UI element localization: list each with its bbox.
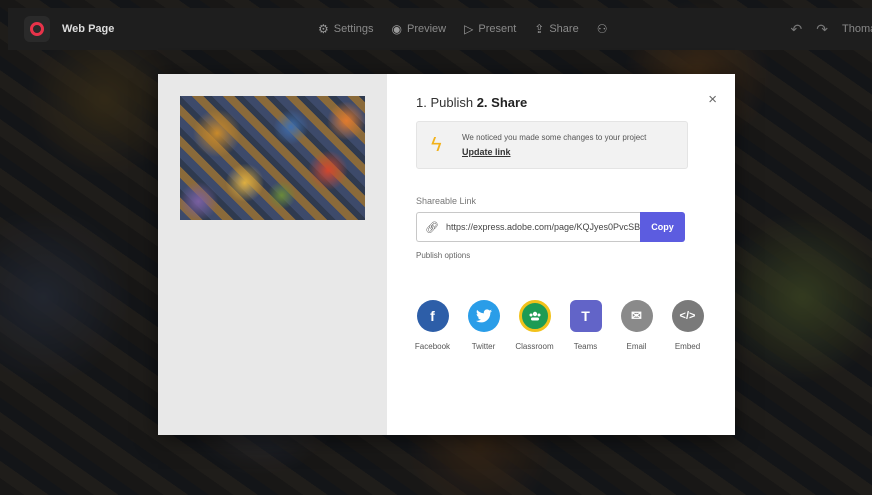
preview-label: Preview bbox=[407, 23, 447, 35]
preview-button[interactable]: ◉ Preview bbox=[392, 22, 447, 36]
top-bar: Web Page ⚙ Settings ◉ Preview ▷ Present … bbox=[8, 8, 872, 50]
present-label: Present bbox=[478, 23, 517, 35]
dialog-preview-pane bbox=[158, 74, 387, 435]
page-name: Web Page bbox=[62, 23, 115, 35]
undo-icon[interactable]: ↶ bbox=[791, 21, 803, 38]
dialog-content: 1. Publish 2. Share × ϟ We noticed you m… bbox=[387, 74, 735, 435]
logo-icon bbox=[30, 22, 44, 36]
publish-options-link[interactable]: Publish options bbox=[416, 251, 470, 260]
update-link-button[interactable]: Update link bbox=[462, 147, 511, 157]
link-url[interactable]: https://express.adobe.com/page/KQJyes0Pv… bbox=[446, 222, 640, 232]
person-add-icon: ⚇ bbox=[596, 22, 608, 36]
settings-button[interactable]: ⚙ Settings bbox=[318, 22, 374, 36]
redo-icon[interactable]: ↷ bbox=[816, 21, 828, 38]
embed-label: Embed bbox=[674, 342, 701, 351]
lightning-icon: ϟ bbox=[431, 134, 442, 156]
shareable-link-field[interactable]: 🔗︎ https://express.adobe.com/page/KQJyes… bbox=[416, 212, 640, 242]
collaborators-button[interactable]: ⚇ bbox=[597, 22, 608, 36]
share-facebook[interactable]: f Facebook bbox=[407, 300, 458, 351]
twitter-icon bbox=[467, 300, 500, 332]
copy-button[interactable]: Copy bbox=[640, 212, 685, 242]
gear-icon: ⚙ bbox=[318, 22, 329, 36]
share-targets: f Facebook Twitter Classroom T Teams ✉ E… bbox=[407, 300, 713, 351]
app-logo[interactable] bbox=[24, 16, 50, 42]
facebook-label: Facebook bbox=[414, 342, 451, 351]
present-button[interactable]: ▷ Present bbox=[464, 22, 516, 36]
settings-label: Settings bbox=[333, 23, 374, 35]
share-dialog: 1. Publish 2. Share × ϟ We noticed you m… bbox=[158, 74, 735, 435]
classroom-icon bbox=[518, 300, 551, 332]
share-embed[interactable]: </> Embed bbox=[662, 300, 713, 351]
email-icon: ✉ bbox=[620, 300, 653, 332]
dialog-title: 1. Publish 2. Share bbox=[416, 95, 527, 110]
project-thumbnail bbox=[180, 96, 365, 220]
email-label: Email bbox=[626, 342, 647, 351]
notice-text: We noticed you made some changes to your… bbox=[462, 133, 647, 142]
share-classroom[interactable]: Classroom bbox=[509, 300, 560, 351]
play-icon: ▷ bbox=[464, 22, 474, 36]
embed-icon: </> bbox=[671, 300, 704, 332]
link-icon: 🔗︎ bbox=[425, 221, 439, 234]
close-icon[interactable]: × bbox=[708, 91, 717, 108]
teams-icon: T bbox=[569, 300, 602, 332]
step-share[interactable]: 2. Share bbox=[477, 95, 528, 110]
update-notice: ϟ We noticed you made some changes to yo… bbox=[416, 121, 688, 169]
share-label: Share bbox=[549, 23, 579, 35]
classroom-label: Classroom bbox=[515, 342, 554, 351]
top-nav: ⚙ Settings ◉ Preview ▷ Present ⇪ Share ⚇ bbox=[318, 8, 607, 50]
share-button[interactable]: ⇪ Share bbox=[534, 22, 578, 36]
share-teams[interactable]: T Teams bbox=[560, 300, 611, 351]
user-name[interactable]: Thomas bbox=[842, 23, 872, 35]
share-icon: ⇪ bbox=[534, 22, 545, 36]
share-twitter[interactable]: Twitter bbox=[458, 300, 509, 351]
teams-label: Teams bbox=[573, 342, 598, 351]
facebook-icon: f bbox=[416, 300, 449, 332]
twitter-label: Twitter bbox=[471, 342, 496, 351]
top-right-controls: ↶ ↷ Thomas bbox=[791, 8, 872, 50]
share-email[interactable]: ✉ Email bbox=[611, 300, 662, 351]
eye-icon: ◉ bbox=[391, 22, 402, 36]
step-publish[interactable]: 1. Publish bbox=[416, 95, 477, 110]
shareable-link-label: Shareable Link bbox=[416, 196, 477, 206]
